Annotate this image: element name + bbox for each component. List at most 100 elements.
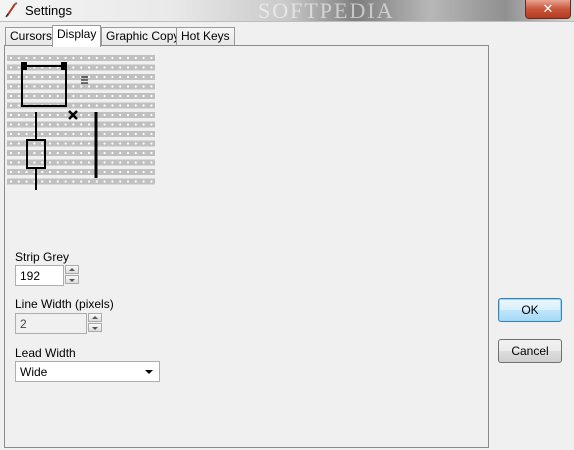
strip-hole xyxy=(48,132,52,136)
strip-hole xyxy=(64,151,67,155)
strip-hole xyxy=(72,85,75,88)
strip-hole xyxy=(48,142,52,145)
strip-hole xyxy=(72,66,75,69)
strip-hole xyxy=(56,113,59,117)
strip-hole xyxy=(41,75,44,79)
strip-hole xyxy=(142,56,145,60)
strip-hole xyxy=(17,66,20,69)
strip-hole xyxy=(87,142,91,145)
strip-hole xyxy=(9,142,13,145)
strip-hole xyxy=(87,104,91,107)
strip-hole xyxy=(126,180,130,183)
strip-hole xyxy=(111,161,114,164)
strip-hole xyxy=(142,94,145,98)
strip-hole xyxy=(119,66,122,69)
line-width-label: Line Width (pixels) xyxy=(15,297,114,311)
strip-hole xyxy=(56,75,59,79)
strip-grey-label: Strip Grey xyxy=(15,250,70,264)
tab-hot-keys[interactable]: Hot Keys xyxy=(176,27,235,46)
strip-hole xyxy=(17,151,20,155)
strip-hole xyxy=(80,142,83,145)
strip-hole xyxy=(41,142,44,145)
strip-hole xyxy=(80,104,83,107)
strip-hole xyxy=(80,113,83,117)
strip-hole xyxy=(111,104,114,107)
strip-hole xyxy=(64,56,67,60)
strip-hole xyxy=(126,94,130,98)
strip-hole xyxy=(111,151,114,155)
strip-hole xyxy=(103,170,106,174)
strip-hole xyxy=(111,94,114,98)
strip-hole xyxy=(80,94,83,98)
strip-hole xyxy=(33,94,36,98)
strip-hole xyxy=(142,85,145,88)
strip-hole xyxy=(41,180,44,183)
strip-hole xyxy=(48,161,52,164)
tab-cursors[interactable]: Cursors xyxy=(5,27,58,46)
strip-hole xyxy=(72,180,75,183)
strip-hole xyxy=(111,66,114,69)
line-width-spin-up[interactable] xyxy=(88,313,102,322)
strip-hole xyxy=(87,123,91,126)
tab-display[interactable]: Display xyxy=(52,25,102,47)
strip-hole xyxy=(103,180,106,183)
line-width-spin-down[interactable] xyxy=(88,323,102,332)
strip-grey-spin-up[interactable] xyxy=(65,265,79,274)
strip-hole xyxy=(17,56,20,60)
strip-hole xyxy=(80,151,83,155)
strip-hole xyxy=(25,75,28,79)
cancel-button[interactable]: Cancel xyxy=(498,339,562,363)
ok-button[interactable]: OK xyxy=(498,298,562,322)
strip-hole xyxy=(41,170,44,174)
strip-hole xyxy=(111,113,114,117)
strip-hole xyxy=(150,66,153,69)
line-width-input[interactable]: 2 xyxy=(15,313,87,334)
strip-hole xyxy=(9,132,13,136)
strip-hole xyxy=(41,94,44,98)
close-button[interactable]: ✕ xyxy=(525,0,571,19)
strip-hole xyxy=(9,94,13,98)
strip-hole xyxy=(126,132,130,136)
strip-hole xyxy=(72,170,75,174)
strip-hole xyxy=(142,104,145,107)
strip-hole xyxy=(64,142,67,145)
lead-width-label: Lead Width xyxy=(15,346,76,360)
strip-hole xyxy=(72,161,75,164)
strip-hole xyxy=(9,151,13,155)
strip-hole xyxy=(72,104,75,107)
strip-hole xyxy=(87,151,91,155)
strip-hole xyxy=(80,85,83,88)
strip-hole xyxy=(87,170,91,174)
lead-width-dropdown[interactable]: Wide xyxy=(15,361,160,382)
strip-hole xyxy=(126,66,130,69)
strip-grey-input[interactable]: 192 xyxy=(15,265,64,286)
strip-grey-spin-down[interactable] xyxy=(65,275,79,284)
tab-graphic-copy[interactable]: Graphic Copy xyxy=(101,27,185,46)
strip-hole xyxy=(64,161,67,164)
strip-hole xyxy=(72,56,75,60)
strip-hole xyxy=(56,56,59,60)
strip-hole xyxy=(48,113,52,117)
stripboard-preview xyxy=(7,55,155,190)
strip-hole xyxy=(134,75,137,79)
strip-hole xyxy=(72,132,75,136)
strip-hole xyxy=(119,180,122,183)
strip-hole xyxy=(134,104,137,107)
strip-hole xyxy=(87,113,91,117)
strip-hole xyxy=(134,66,137,69)
strip-hole xyxy=(9,75,13,79)
strip-hole xyxy=(87,132,91,136)
app-icon xyxy=(5,2,18,18)
strip-hole xyxy=(48,123,52,126)
strip-hole xyxy=(142,151,145,155)
strip-hole xyxy=(48,56,52,60)
strip-hole xyxy=(150,56,153,60)
strip-hole xyxy=(150,75,153,79)
strip-hole xyxy=(150,123,153,126)
strip-hole xyxy=(25,123,28,126)
strip-hole xyxy=(142,180,145,183)
strip-hole xyxy=(48,85,52,88)
strip-hole xyxy=(64,123,67,126)
strip-hole xyxy=(103,142,106,145)
strip-hole xyxy=(17,132,20,136)
